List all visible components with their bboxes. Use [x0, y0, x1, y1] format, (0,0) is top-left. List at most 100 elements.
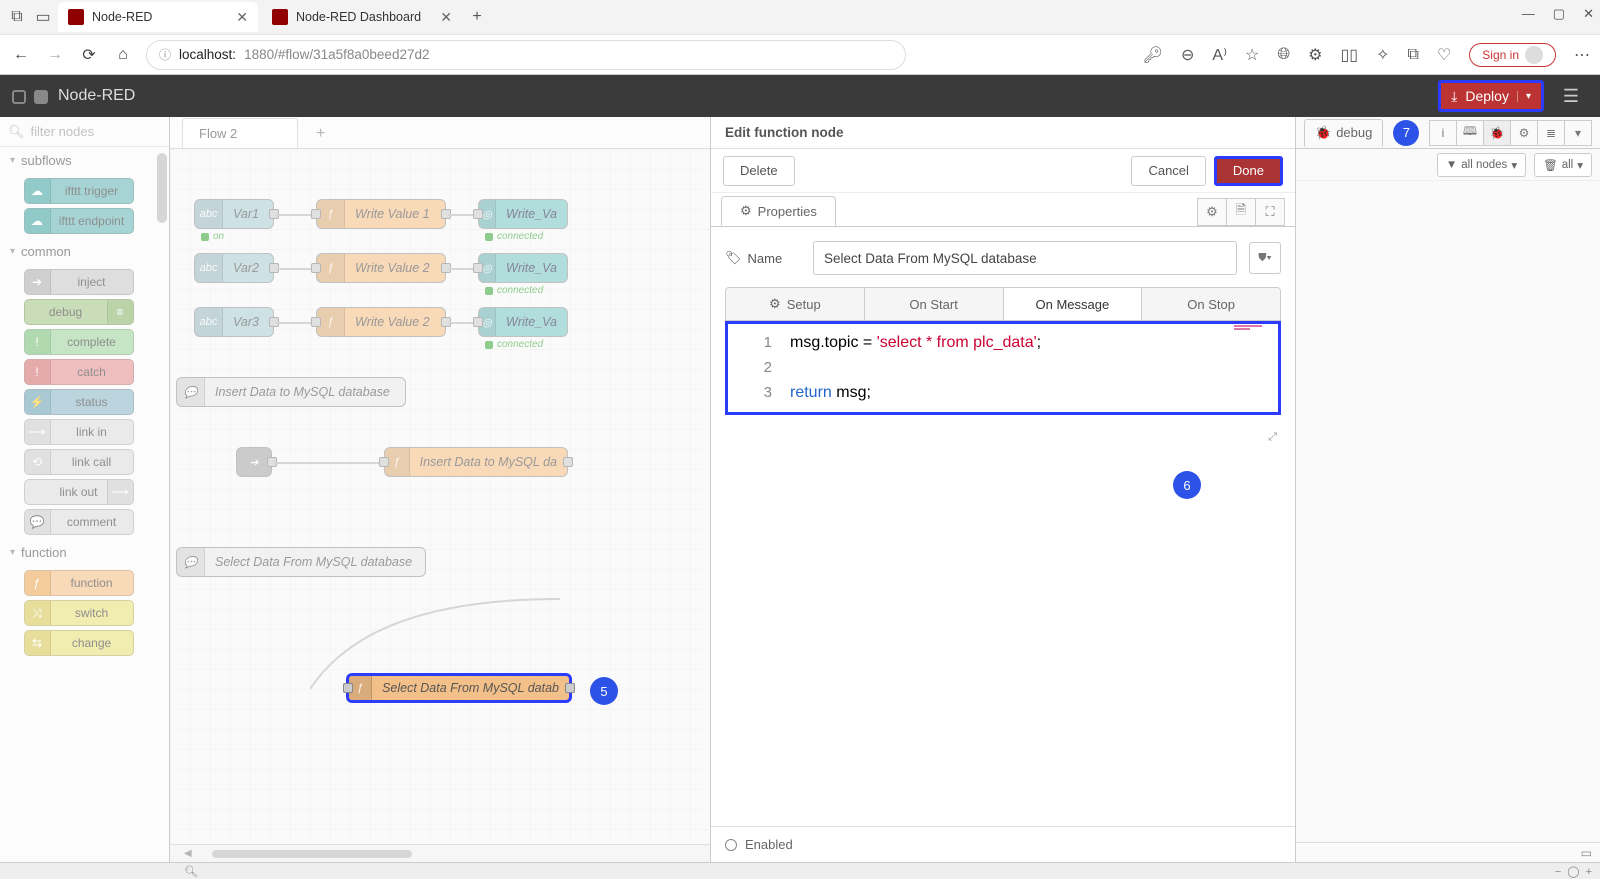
done-button[interactable]: Done	[1214, 156, 1283, 186]
node-inject[interactable]: ➔	[236, 447, 272, 477]
url-input[interactable]: ⓘ localhost:1880/#flow/31a5f8a0beed27d2	[146, 40, 906, 70]
tab-close-icon[interactable]: ✕	[236, 9, 248, 26]
category-common[interactable]: ▾common	[0, 238, 157, 265]
search-icon[interactable]: 🔍︎	[184, 865, 198, 878]
flow-tab[interactable]: Flow 2	[182, 118, 298, 148]
palette-node-debug[interactable]: debug≡	[24, 299, 134, 325]
node-select-comment[interactable]: 💬Select Data From MySQL database	[176, 547, 426, 577]
tab-on-stop[interactable]: On Stop	[1142, 288, 1280, 320]
env-button[interactable]: ⛊▾	[1249, 242, 1281, 274]
minimize-icon[interactable]: —	[1522, 6, 1535, 22]
deploy-dropdown-icon[interactable]: ▾	[1517, 91, 1531, 102]
category-subflows[interactable]: ▾subflows	[0, 147, 157, 174]
palette-filter[interactable]: 🔍︎ filter nodes	[0, 117, 169, 147]
open-window-icon[interactable]: ▭	[1581, 846, 1592, 860]
palette-node-ifttt-endpoint[interactable]: ☁ifttt endpoint	[24, 208, 134, 234]
back-icon[interactable]: ←	[10, 44, 32, 66]
split-icon[interactable]: ▯▯	[1341, 45, 1359, 65]
palette-node-change[interactable]: ⇆change	[24, 630, 134, 656]
node-write-var-c[interactable]: ◎Write_Va connected	[478, 307, 568, 337]
tab-debug[interactable]: 🐞debug	[1304, 119, 1383, 147]
palette-scrollbar[interactable]	[157, 153, 167, 223]
sidebar-context-icon[interactable]: ≣	[1537, 120, 1565, 146]
tab-on-start[interactable]: On Start	[865, 288, 1004, 320]
delete-button[interactable]: Delete	[723, 156, 795, 186]
collections-icon[interactable]: ⧉	[1408, 46, 1419, 64]
palette-node-complete[interactable]: !complete	[24, 329, 134, 355]
enabled-radio[interactable]	[725, 839, 737, 851]
palette-node-link-in[interactable]: ⟶link in	[24, 419, 134, 445]
code-area[interactable]: ⤢ 6	[725, 427, 1281, 826]
debug-filter[interactable]: ▼all nodes▾	[1437, 153, 1526, 177]
palette-node-ifttt-trigger[interactable]: ☁ifttt trigger	[24, 178, 134, 204]
zoom-in-icon[interactable]: +	[1586, 866, 1592, 878]
function-icon: ƒ	[25, 571, 51, 595]
flow-canvas[interactable]: abcVar1 on ƒWrite Value 1 ◎Write_Va conn…	[170, 149, 710, 844]
close-icon[interactable]: ✕	[1583, 6, 1594, 22]
node-settings-icon[interactable]: ⚙	[1197, 198, 1227, 226]
tab-properties[interactable]: ⚙Properties	[721, 196, 836, 226]
node-write-value-1[interactable]: ƒWrite Value 1	[316, 199, 446, 229]
node-var2[interactable]: abcVar2	[194, 253, 274, 283]
favorites-bar-icon[interactable]: ✧	[1376, 45, 1389, 65]
sidebar-help-icon[interactable]: 🕮	[1456, 120, 1484, 146]
browser-tab-nodered[interactable]: Node-RED ✕	[58, 2, 258, 32]
read-aloud-icon[interactable]: A⁾	[1212, 45, 1227, 65]
tab-close-icon[interactable]: ✕	[440, 9, 452, 26]
performance-icon[interactable]: ♡	[1437, 45, 1451, 65]
sidebar-debug-icon[interactable]: 🐞	[1483, 120, 1511, 146]
debug-messages[interactable]	[1296, 181, 1600, 842]
node-select-fn[interactable]: ƒSelect Data From MySQL datab	[346, 673, 572, 703]
node-var1[interactable]: abcVar1 on	[194, 199, 274, 229]
menu-icon[interactable]: ☰	[1554, 80, 1588, 112]
code-editor[interactable]: 123 msg.topic = 'select * from plc_data'…	[725, 321, 1281, 415]
node-write-value-2b[interactable]: ƒWrite Value 2	[316, 307, 446, 337]
key-icon[interactable]: 🔑︎	[1143, 45, 1163, 65]
palette-node-function[interactable]: ƒfunction	[24, 570, 134, 596]
node-insert-fn[interactable]: ƒInsert Data to MySQL da	[384, 447, 568, 477]
refresh-icon[interactable]: ⟳	[78, 44, 100, 66]
node-write-value-2[interactable]: ƒWrite Value 2	[316, 253, 446, 283]
home-icon[interactable]: ⌂	[112, 44, 134, 66]
zoom-icon[interactable]: ⊖	[1181, 45, 1194, 65]
sidebar-config-icon[interactable]: ⚙	[1510, 120, 1538, 146]
node-write-var-b[interactable]: ◎Write_Va connected	[478, 253, 568, 283]
palette-node-comment[interactable]: 💬comment	[24, 509, 134, 535]
site-info-icon[interactable]: ⓘ	[159, 46, 171, 63]
tab-actions-icon[interactable]: ▭	[32, 6, 54, 28]
extensions-icon[interactable]: ⚙	[1308, 45, 1322, 65]
favorite-icon[interactable]: ☆	[1245, 45, 1259, 65]
workspace-hscrollbar[interactable]	[212, 850, 412, 858]
tab-setup[interactable]: ⚙Setup	[726, 288, 865, 320]
zoom-reset-icon[interactable]: ◯	[1567, 865, 1579, 878]
signin-button[interactable]: Sign in	[1469, 43, 1556, 67]
more-icon[interactable]: ⋯	[1574, 45, 1590, 65]
browser-tab-dashboard[interactable]: Node-RED Dashboard ✕	[262, 2, 462, 32]
zoom-out-icon[interactable]: −	[1555, 866, 1561, 878]
maximize-icon[interactable]: ▢	[1553, 6, 1565, 22]
palette-node-catch[interactable]: !catch	[24, 359, 134, 385]
sidebar-info-icon[interactable]: i	[1429, 120, 1457, 146]
chevron-left-icon[interactable]: ◀	[184, 848, 192, 859]
node-write-var-a[interactable]: ◎Write_Va connected	[478, 199, 568, 229]
cancel-button[interactable]: Cancel	[1131, 156, 1205, 186]
sidebar-more-icon[interactable]: ▾	[1564, 120, 1592, 146]
debug-clear[interactable]: 🗑all▾	[1534, 153, 1592, 177]
palette-node-inject[interactable]: ➔inject	[24, 269, 134, 295]
tab-on-message[interactable]: On Message	[1004, 288, 1143, 320]
node-description-icon[interactable]: 🗎	[1226, 198, 1256, 226]
deploy-button[interactable]: ⤓ Deploy ▾	[1438, 80, 1544, 112]
new-tab-icon[interactable]: +	[466, 6, 488, 28]
palette-node-switch[interactable]: ⤨switch	[24, 600, 134, 626]
category-function[interactable]: ▾function	[0, 539, 157, 566]
globe-icon[interactable]: 🌐︎	[1277, 46, 1290, 64]
expand-icon[interactable]: ⤢	[1268, 431, 1277, 444]
palette-node-link-out[interactable]: link out⟶	[24, 479, 134, 505]
node-appearance-icon[interactable]: ⛶	[1255, 198, 1285, 226]
palette-node-status[interactable]: ⚡status	[24, 389, 134, 415]
name-input[interactable]	[813, 241, 1237, 275]
workspaces-icon[interactable]: ⧉	[6, 6, 28, 28]
node-insert-comment[interactable]: 💬Insert Data to MySQL database	[176, 377, 406, 407]
palette-node-link-call[interactable]: ⟲link call	[24, 449, 134, 475]
node-var3[interactable]: abcVar3	[194, 307, 274, 337]
